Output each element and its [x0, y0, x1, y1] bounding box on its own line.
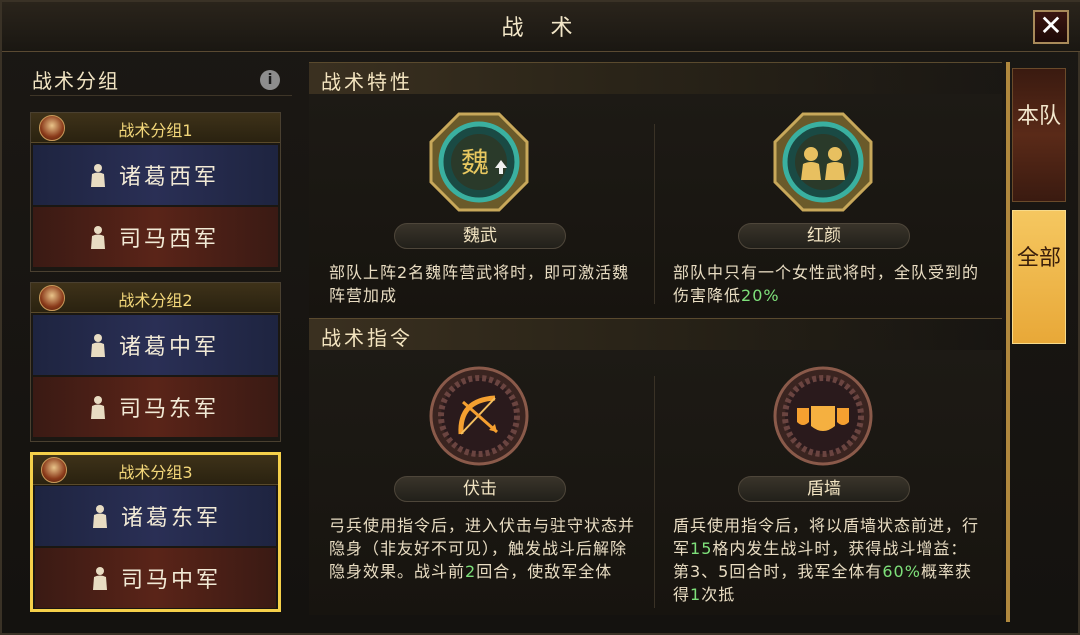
- army-name: 司马中军: [121, 568, 222, 593]
- command-description: 盾兵使用指令后，将以盾墙状态前进，行军15格内发生战斗时，获得战斗增益：第3、5…: [673, 514, 983, 606]
- trait-name: 魏武: [394, 223, 566, 249]
- command-description: 弓兵使用指令后，进入伏击与驻守状态并隐身（非友好不可见），触发战斗后解除隐身效果…: [329, 514, 639, 583]
- command-name: 盾墙: [738, 476, 910, 502]
- group-name: 战术分组1: [118, 121, 193, 140]
- army-row[interactable]: 司马中军: [35, 548, 276, 608]
- commands-header: 战术指令: [309, 318, 1002, 350]
- army-name: 诸葛东军: [121, 506, 222, 531]
- soldier-icon: [91, 164, 105, 187]
- army-name: 司马西军: [119, 227, 220, 252]
- trait-description: 部队上阵2名魏阵营武将时，即可激活魏阵营加成: [329, 263, 630, 305]
- commands-title: 战术指令: [321, 326, 413, 350]
- tactic-groups-header: 战术分组 i: [30, 62, 292, 96]
- highlight-value: 1: [690, 585, 702, 604]
- trait-highlight-value: 20%: [741, 286, 780, 305]
- army-row[interactable]: 诸葛东军: [35, 486, 276, 546]
- group-name: 战术分组2: [118, 291, 193, 310]
- highlight-value: 15: [690, 539, 713, 558]
- tactic-group-3[interactable]: 战术分组3 诸葛东军 司马中军: [30, 452, 281, 612]
- group-header: 战术分组2: [31, 283, 280, 313]
- close-button[interactable]: ✕: [1033, 10, 1069, 44]
- soldier-icon: [91, 396, 105, 419]
- shield-wall-icon[interactable]: [773, 366, 873, 466]
- trait-description-text: 部队中只有一个女性武将时，全队受到的伤害降低: [673, 263, 980, 305]
- army-row[interactable]: 司马东军: [33, 377, 278, 437]
- tab-own-team[interactable]: 本队: [1012, 68, 1066, 202]
- army-name: 司马东军: [119, 397, 220, 422]
- close-icon: ✕: [1039, 9, 1063, 42]
- description-text: 回合，使敌军全体: [476, 562, 613, 581]
- army-name: 诸葛西军: [119, 165, 220, 190]
- army-name: 诸葛中军: [119, 335, 220, 360]
- command-name: 伏击: [394, 476, 566, 502]
- info-icon[interactable]: i: [260, 70, 280, 90]
- window-title: 战 术: [501, 16, 583, 41]
- group-header: 战术分组3: [33, 455, 278, 485]
- trait-name: 红颜: [738, 223, 910, 249]
- soldier-icon: [91, 226, 105, 249]
- soldier-icon: [93, 505, 107, 528]
- tactics-window: 战 术 ✕ 战术分组 i 战术分组1 诸葛西军 司马西军 战术分组2 诸葛中军: [0, 0, 1080, 635]
- tab-rail: [1006, 62, 1010, 622]
- army-row[interactable]: 诸葛中军: [33, 315, 278, 375]
- divider: [654, 124, 655, 304]
- tactic-group-2[interactable]: 战术分组2 诸葛中军 司马东军: [30, 282, 281, 442]
- description-text: 次抵: [701, 585, 736, 604]
- divider: [654, 376, 655, 608]
- army-row[interactable]: 诸葛西军: [33, 145, 278, 205]
- highlight-value: 60%: [882, 562, 921, 581]
- army-row[interactable]: 司马西军: [33, 207, 278, 267]
- group-header: 战术分组1: [31, 113, 280, 143]
- tab-all[interactable]: 全部: [1012, 210, 1066, 344]
- traits-title: 战术特性: [321, 70, 413, 94]
- traits-header: 战术特性: [309, 62, 1002, 94]
- title-bar: 战 术 ✕: [2, 2, 1080, 52]
- svg-text:魏: 魏: [461, 146, 489, 179]
- tactic-groups-title: 战术分组: [32, 69, 120, 93]
- highlight-value: 2: [465, 562, 477, 581]
- two-women-portrait-icon: [773, 112, 873, 212]
- soldier-icon: [93, 567, 107, 590]
- tactic-group-1[interactable]: 战术分组1 诸葛西军 司马西军: [30, 112, 281, 272]
- bow-icon[interactable]: [429, 366, 529, 466]
- trait-description: 部队中只有一个女性武将时，全队受到的伤害降低20%: [673, 261, 983, 307]
- group-name: 战术分组3: [118, 463, 193, 482]
- soldier-icon: [91, 334, 105, 357]
- wei-faction-icon: 魏: [429, 112, 529, 212]
